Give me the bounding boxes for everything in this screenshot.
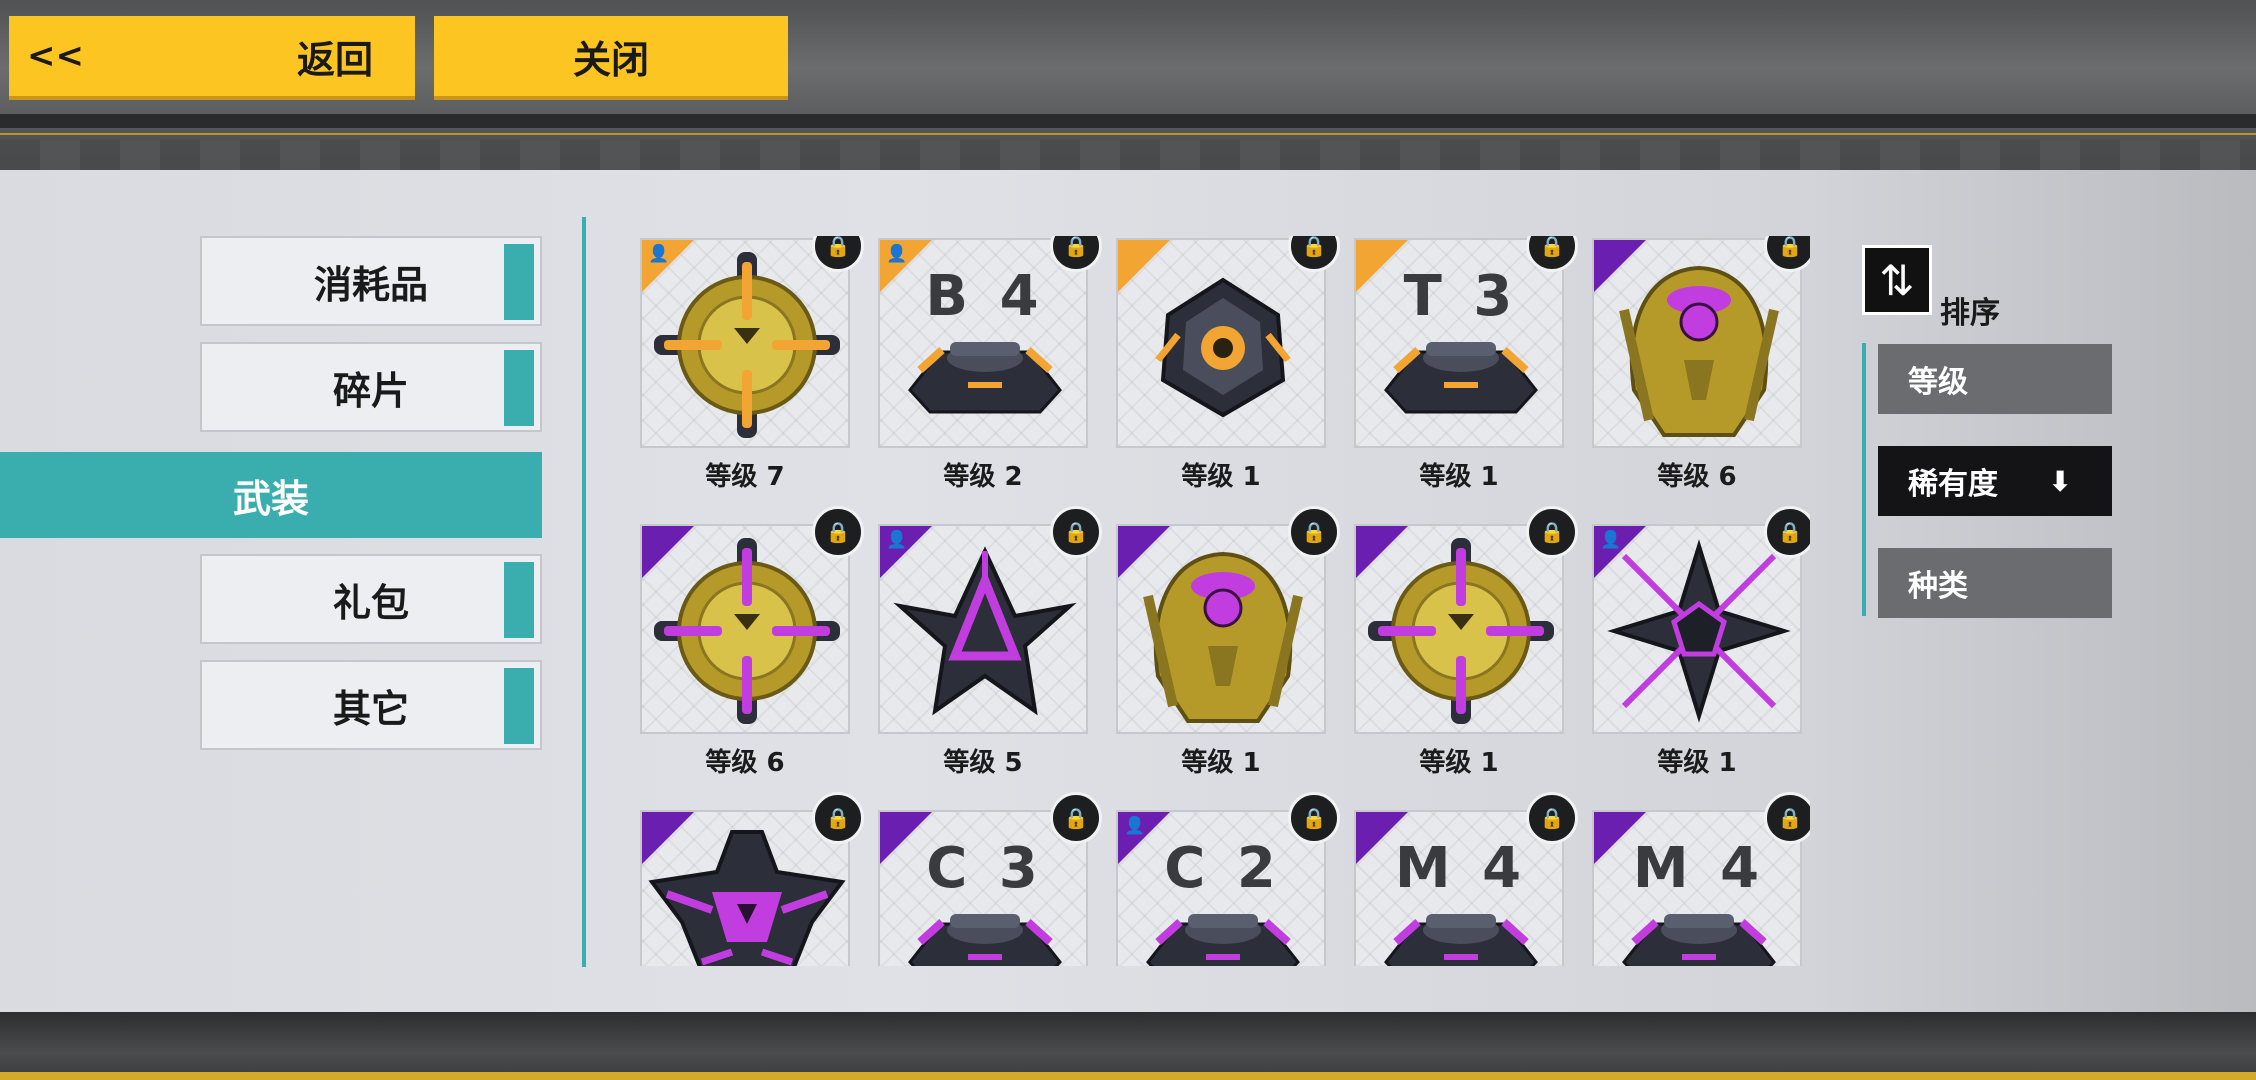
lock-icon[interactable]: 🔒 [1050, 792, 1102, 844]
category-other[interactable]: 其它 [200, 660, 542, 750]
equipped-person-icon: 👤 [1600, 530, 1622, 550]
rarity-corner [1118, 526, 1170, 578]
equipped-person-icon: 👤 [648, 244, 670, 264]
item-slot[interactable]: C 3 🔒 [878, 792, 1102, 966]
top-bar-pattern [0, 140, 2256, 170]
item-level: 等级 7 [705, 462, 785, 492]
item-level: 等级 1 [1419, 462, 1499, 492]
category-marker [504, 350, 534, 426]
category-marker [504, 668, 534, 744]
item-slot[interactable]: 🔒 等级 6 [1592, 236, 1810, 498]
item-slot[interactable]: M 4 🔒 [1354, 792, 1578, 966]
category-label: 礼包 [332, 580, 409, 625]
item-level: 等级 1 [1181, 748, 1261, 778]
item-tile [1116, 238, 1326, 448]
item-level: 等级 1 [1181, 462, 1261, 492]
item-slot[interactable]: 👤 🔒 等级 5 [878, 506, 1102, 784]
lock-icon[interactable]: 🔒 [1288, 506, 1340, 558]
item-tile: 👤 [1592, 524, 1802, 734]
item-code: C 3 [926, 836, 1044, 901]
category-label: 消耗品 [313, 262, 428, 307]
lock-icon[interactable]: 🔒 [1050, 506, 1102, 558]
item-slot[interactable]: 👤 🔒 等级 7 [640, 236, 864, 498]
item-tile: 👤 [640, 238, 850, 448]
category-marker [504, 562, 534, 638]
sort-option-label: 稀有度 [1908, 467, 1998, 502]
category-fragments[interactable]: 碎片 [200, 342, 542, 432]
sort-option-rarity[interactable]: 稀有度 ⬇ [1878, 446, 2112, 516]
item-slot[interactable]: 👤 🔒 等级 1 [1592, 506, 1810, 784]
item-slot[interactable]: 🔒 等级 1 [1354, 506, 1578, 784]
sort-option-label: 种类 [1908, 569, 1968, 604]
back-button[interactable]: << 返回 [9, 16, 415, 100]
sort-descending-icon: ⬇ [2048, 464, 2072, 498]
item-level: 等级 2 [943, 462, 1023, 492]
sort-divider [1862, 343, 1866, 616]
item-level: 等级 5 [943, 748, 1023, 778]
item-level: 等级 1 [1657, 748, 1737, 778]
item-code: B 4 [925, 264, 1045, 329]
sort-option-label: 等级 [1908, 365, 1968, 400]
lock-icon[interactable]: 🔒 [1526, 506, 1578, 558]
lock-icon[interactable]: 🔒 [1288, 792, 1340, 844]
top-bar-stripe [0, 114, 2256, 128]
item-tile [1592, 238, 1802, 448]
item-code: T 3 [1403, 264, 1519, 329]
top-bar-gold-line [0, 133, 2256, 135]
sort-option-level[interactable]: 等级 [1878, 344, 2112, 414]
item-slot[interactable]: M 4 🔒 [1592, 792, 1810, 966]
equipped-person-icon: 👤 [886, 530, 908, 550]
lock-icon[interactable]: 🔒 [1764, 792, 1810, 844]
lock-icon[interactable]: 🔒 [1764, 506, 1810, 558]
category-marker [504, 244, 534, 320]
sort-swap-icon[interactable]: ⇅ [1862, 245, 1932, 315]
item-code: M 4 [1394, 836, 1528, 901]
rarity-corner [642, 812, 694, 864]
item-slot[interactable]: 🔒 等级 1 [1116, 506, 1340, 784]
lock-icon[interactable]: 🔒 [812, 792, 864, 844]
back-arrows-icon: << [27, 36, 84, 76]
back-button-label: 返回 [297, 37, 374, 82]
item-tile: T 3 [1354, 238, 1564, 448]
category-packs[interactable]: 礼包 [200, 554, 542, 644]
category-armaments[interactable]: 武装 [0, 452, 542, 538]
item-tile [640, 524, 850, 734]
equipped-person-icon: 👤 [1124, 816, 1146, 836]
rarity-corner [1118, 240, 1170, 292]
category-label: 其它 [332, 686, 409, 731]
category-label: 武装 [232, 476, 309, 521]
category-divider [582, 217, 586, 967]
item-code: M 4 [1632, 836, 1766, 901]
item-slot[interactable]: 🔒 等级 1 [1116, 236, 1340, 498]
rarity-corner [1356, 526, 1408, 578]
lock-icon[interactable]: 🔒 [1526, 792, 1578, 844]
item-tile [1116, 524, 1326, 734]
bottom-bar [0, 1012, 2256, 1080]
equipped-person-icon: 👤 [886, 244, 908, 264]
rarity-corner [1594, 240, 1646, 292]
sort-label: 排序 [1940, 296, 2000, 331]
item-slot[interactable]: 🔒 等级 6 [640, 506, 864, 784]
category-label: 碎片 [332, 368, 409, 413]
item-code: C 2 [1164, 836, 1282, 901]
item-tile: 👤 B 4 [878, 238, 1088, 448]
item-slot[interactable]: 🔒 [640, 792, 864, 966]
bottom-bar-gold-line [0, 1072, 2256, 1080]
item-tile [1354, 524, 1564, 734]
item-slot[interactable]: T 3 🔒 等级 1 [1354, 236, 1578, 498]
rarity-corner [642, 526, 694, 578]
category-consumables[interactable]: 消耗品 [200, 236, 542, 326]
close-button[interactable]: 关闭 [434, 16, 788, 100]
item-level: 等级 1 [1419, 748, 1499, 778]
item-slot[interactable]: 👤 C 2 🔒 [1116, 792, 1340, 966]
item-level: 等级 6 [705, 748, 785, 778]
item-grid: 👤 🔒 等级 7 👤 B 4 🔒 等级 2 🔒 等级 1 T 3 🔒 等级 1 … [640, 236, 1810, 966]
sort-option-type[interactable]: 种类 [1878, 548, 2112, 618]
item-slot[interactable]: 👤 B 4 🔒 等级 2 [878, 236, 1102, 498]
item-tile: 👤 [878, 524, 1088, 734]
lock-icon[interactable]: 🔒 [812, 506, 864, 558]
item-level: 等级 6 [1657, 462, 1737, 492]
